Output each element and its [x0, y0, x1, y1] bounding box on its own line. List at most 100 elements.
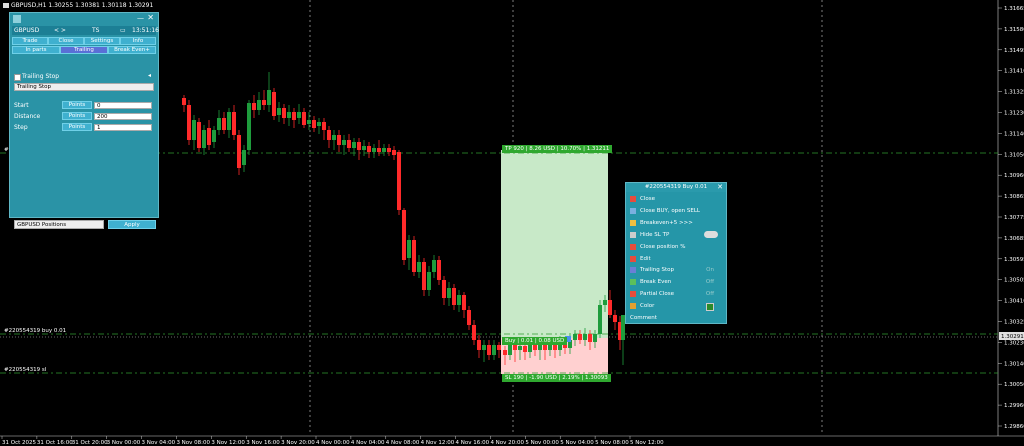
step-input[interactable]: 1 [94, 124, 152, 131]
menu-item[interactable]: Breakeven+5 >>> [628, 218, 724, 229]
candle-body [232, 112, 236, 135]
trailing-label: Trailing Stop [22, 73, 60, 80]
candle-body [508, 345, 512, 355]
step-label: Step [14, 124, 28, 131]
candle-body [222, 118, 226, 130]
menu-item[interactable]: Trailing Stop On [628, 265, 724, 276]
candle-body [357, 142, 361, 150]
collapse-icon[interactable]: ◂ [148, 72, 151, 79]
menu-item-label: Comment [630, 315, 657, 321]
close-icon[interactable]: ✕ [147, 13, 154, 22]
candle-body [292, 112, 296, 120]
distance-unit-button[interactable]: Points [62, 112, 92, 120]
candle-body [227, 112, 231, 130]
candle-body [207, 128, 211, 145]
hide-sltp-toggle[interactable] [704, 230, 718, 238]
breakeven-icon [630, 219, 636, 226]
menu-close-icon[interactable]: ✕ [717, 183, 723, 191]
subtab-trailing[interactable]: Trailing [60, 46, 108, 54]
start-unit-button[interactable]: Points [62, 101, 92, 109]
buy-label[interactable]: Buy | 0.01 | 0.08 USD [502, 337, 568, 345]
price-tick-label: 1.31230 [1004, 111, 1024, 117]
candle-body [613, 315, 617, 322]
price-tick-label: 1.30140 [1004, 361, 1024, 367]
time-tick-label: 3 Nov 20:00 [281, 440, 315, 446]
menu-item-label: Partial Close [640, 291, 675, 298]
buy-line-label: #220554319 buy 0.01 [4, 328, 66, 334]
tab-settings[interactable]: Settings [84, 37, 120, 45]
menu-item[interactable]: Color [628, 301, 724, 312]
candle-body [332, 135, 336, 140]
tab-trade[interactable]: Trade [12, 37, 48, 45]
start-input[interactable]: 0 [94, 102, 152, 109]
candle-body [513, 345, 517, 350]
symbol-arrows[interactable]: < > [54, 27, 66, 34]
candle-body [492, 345, 496, 355]
candle-body [503, 350, 507, 355]
candle-body [497, 345, 501, 350]
candle-body [372, 148, 376, 152]
minimize-icon[interactable]: — [137, 14, 144, 22]
symbol-text: GBPUSD,H1 1.30255 1.30381 1.30118 1.3029… [11, 2, 154, 9]
candle-body [192, 120, 196, 140]
candle-body [202, 130, 206, 148]
candle-body [407, 240, 411, 258]
candle-body [397, 152, 401, 210]
candle-body [477, 340, 481, 350]
subtab-break-even[interactable]: Break Even+ [108, 46, 156, 54]
time-tick-label: 3 Nov 12:00 [211, 440, 245, 446]
candle-body [442, 280, 446, 298]
folder-icon[interactable]: ▭ [120, 27, 126, 34]
candle-body [457, 295, 461, 305]
tab-info[interactable]: Info [120, 37, 156, 45]
positions-select[interactable]: GBPUSD Positions [14, 220, 104, 229]
candle-body [347, 140, 351, 148]
menu-item-label: Trailing Stop [640, 267, 674, 274]
candle-body [187, 105, 191, 140]
menu-item[interactable]: Close [628, 194, 724, 205]
menu-item[interactable]: Comment [628, 313, 724, 324]
tab-close[interactable]: Close [48, 37, 84, 45]
price-tick-label: 1.30410 [1004, 299, 1024, 305]
panel-titlebar[interactable]: — ✕ [10, 13, 158, 25]
time-tick-label: 31 Oct 16:00 [37, 440, 73, 446]
candle-body [598, 305, 602, 334]
candle-body [533, 345, 537, 350]
price-tick-label: 1.31580 [1004, 27, 1024, 33]
candle-body [262, 100, 266, 105]
candle-body [387, 148, 391, 152]
time-tick-label: 31 Oct 20:00 [72, 440, 108, 446]
tp-label[interactable]: TP 920 | 8.26 USD | 10.70% | 1.31211 [502, 145, 613, 153]
menu-item[interactable]: Close position % [628, 242, 724, 253]
distance-input[interactable]: 200 [94, 113, 152, 120]
time-tick-label: 4 Nov 08:00 [386, 440, 420, 446]
start-label: Start [14, 102, 29, 109]
time-tick-label: 3 Nov 16:00 [246, 440, 280, 446]
price-tick-label: 1.30325 [1004, 320, 1024, 326]
current-price-label: 1.30291 [1001, 334, 1024, 340]
time-tick-label: 5 Nov 08:00 [595, 440, 629, 446]
position-context-menu: #220554319 Buy 0.01 ✕ Close Close BUY, op… [625, 182, 727, 324]
trailing-type-select[interactable]: Trailing Stop [14, 83, 154, 91]
menu-item[interactable]: Partial Close Off [628, 289, 724, 300]
step-unit-button[interactable]: Points [62, 123, 92, 131]
break-even-icon [630, 279, 636, 286]
subtab-in-parts[interactable]: In parts [12, 46, 60, 54]
menu-item-label: Close BUY, open SELL [640, 207, 700, 214]
price-tick-label: 1.31050 [1004, 152, 1024, 158]
time-tick-label: 4 Nov 12:00 [421, 440, 455, 446]
sl-label[interactable]: SL 190 | -1.90 USD | 2.19% | 1.30093 [502, 374, 611, 382]
candle-body [237, 135, 241, 168]
menu-item[interactable]: Close BUY, open SELL [628, 206, 724, 217]
color-swatch[interactable] [706, 303, 714, 312]
panel-symbol[interactable]: GBPUSD [14, 27, 39, 34]
candle-body [432, 260, 436, 272]
candle-body [578, 334, 582, 340]
menu-item[interactable]: Break Even Off [628, 277, 724, 288]
menu-item-label: Color [640, 303, 655, 310]
menu-item[interactable]: Hide SL TP [628, 230, 724, 241]
sl-line-label: #220554319 sl [4, 367, 47, 373]
trailing-checkbox[interactable] [14, 74, 21, 81]
menu-item[interactable]: Edit [628, 254, 724, 265]
apply-button[interactable]: Apply [108, 220, 156, 229]
